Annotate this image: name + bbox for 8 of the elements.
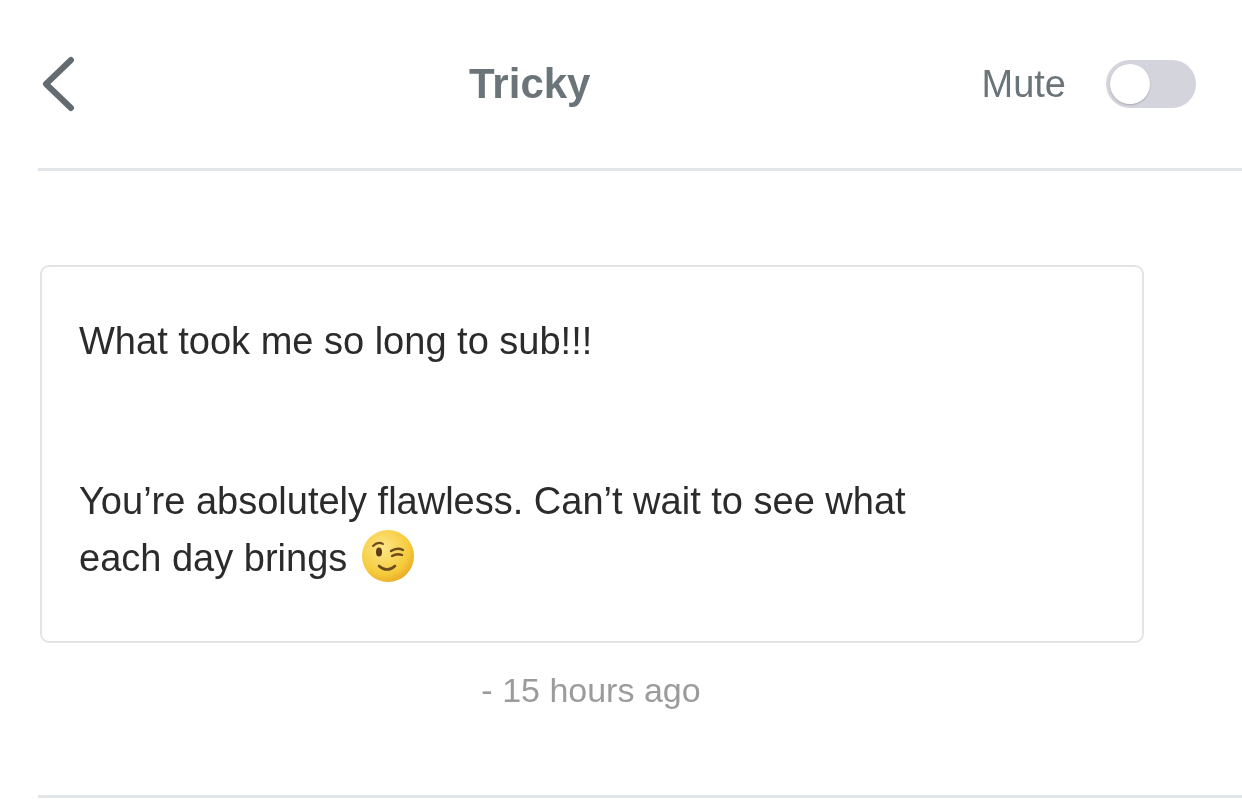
mute-label: Mute bbox=[981, 62, 1066, 106]
conversation-title: Tricky bbox=[469, 60, 591, 108]
message-text: What took me so long to sub!!! bbox=[79, 319, 594, 364]
back-chevron-icon bbox=[40, 56, 76, 112]
message-timestamp: - 15 hours ago bbox=[481, 670, 701, 711]
winking-face-icon bbox=[361, 529, 416, 583]
message-text: You’re absolutely flawless. Can’t wait to see what each day brings bbox=[79, 474, 1122, 586]
mute-toggle[interactable] bbox=[1106, 60, 1196, 108]
